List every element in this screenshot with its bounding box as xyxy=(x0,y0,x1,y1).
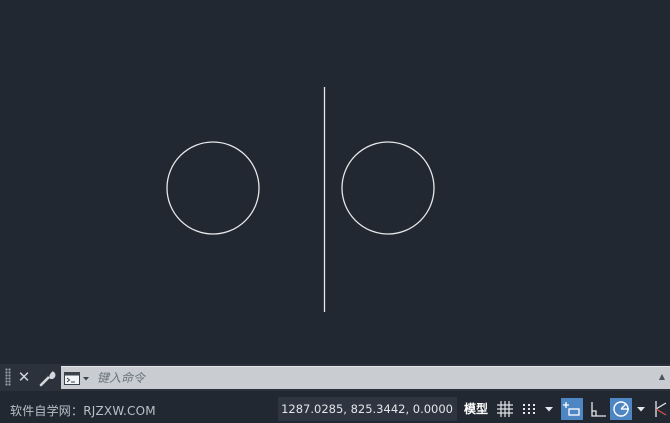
polar-tracking-icon xyxy=(613,401,629,417)
scroll-up-icon[interactable]: ▲ xyxy=(657,371,667,383)
status-bar: 软件自学网：RJZXW.COM 1287.0285, 825.3442, 0.0… xyxy=(0,395,670,423)
snap-dots-icon xyxy=(523,404,535,414)
infer-constraints-icon xyxy=(563,402,580,416)
command-line-bar: ✕ ▲ xyxy=(0,364,670,391)
infer-constraints-button[interactable] xyxy=(561,398,583,420)
polar-menu-button[interactable] xyxy=(634,398,648,420)
command-input-field: ▲ xyxy=(61,366,670,389)
left-circle[interactable] xyxy=(166,141,260,235)
wrench-icon[interactable] xyxy=(37,368,57,388)
close-icon[interactable]: ✕ xyxy=(15,367,33,387)
command-prompt-icon[interactable] xyxy=(64,371,92,386)
snap-mode-button[interactable] xyxy=(518,398,540,420)
grid-display-button[interactable] xyxy=(495,398,515,420)
command-input[interactable] xyxy=(97,368,647,387)
right-circle[interactable] xyxy=(341,141,435,235)
model-space-button[interactable]: 模型 xyxy=(460,398,492,420)
isometric-drafting-button[interactable] xyxy=(650,398,670,420)
coordinates-readout[interactable]: 1287.0285, 825.3442, 0.0000 xyxy=(278,397,457,421)
snap-menu-button[interactable] xyxy=(542,398,556,420)
brand-watermark: 软件自学网：RJZXW.COM xyxy=(10,404,156,418)
grip-handle-icon[interactable] xyxy=(5,368,11,386)
polar-tracking-button[interactable] xyxy=(610,398,632,420)
grid-icon xyxy=(497,401,513,417)
drawing-canvas[interactable] xyxy=(0,0,670,364)
chevron-down-icon xyxy=(637,407,645,412)
isodraft-icon xyxy=(655,401,667,417)
autocad-window: ✕ ▲ 软件自学网：RJZXW.COM 1287.0285, 82 xyxy=(0,0,670,423)
chevron-down-icon xyxy=(545,407,553,412)
chevron-down-icon xyxy=(83,377,89,381)
ortho-icon xyxy=(591,402,606,417)
ortho-mode-button[interactable] xyxy=(587,398,609,420)
